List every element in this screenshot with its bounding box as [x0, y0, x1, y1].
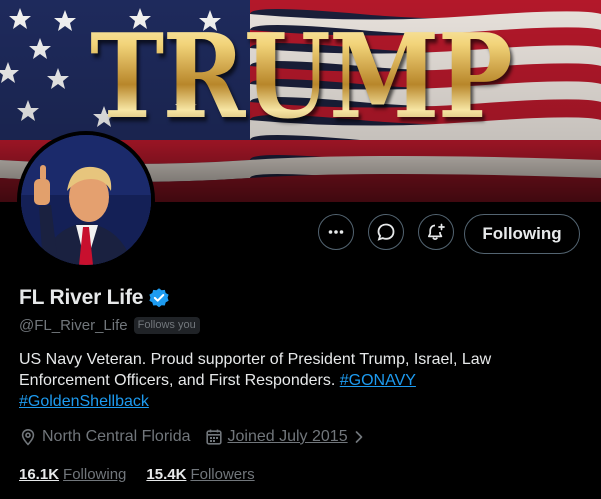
notification-bell-icon: [427, 223, 445, 241]
verified-badge-icon[interactable]: [148, 287, 170, 309]
display-name: FL River Life: [19, 286, 144, 309]
banner-title: TRUMP: [42, 2, 559, 152]
location-pin-icon: [21, 428, 35, 446]
following-stat-link[interactable]: 16.1K Following: [19, 466, 126, 483]
avatar-image: [21, 135, 151, 265]
profile-meta: North Central Florida Joined July 2015: [19, 428, 365, 446]
following-count: 16.1K: [19, 466, 60, 483]
message-icon: [377, 223, 395, 241]
following-label: Following: [63, 466, 127, 483]
message-button[interactable]: [368, 214, 404, 250]
handle: @FL_River_Life: [19, 317, 128, 334]
followers-count: 15.4K: [146, 466, 187, 483]
name-row: FL River Life: [19, 286, 170, 310]
notification-bell-button[interactable]: [418, 214, 454, 250]
joined-item[interactable]: Joined July 2015: [205, 428, 365, 446]
followers-label: Followers: [190, 466, 255, 483]
following-button[interactable]: Following: [464, 214, 580, 254]
hashtag-goldenshellback[interactable]: #GoldenShellback: [19, 393, 149, 410]
bio: US Navy Veteran. Proud supporter of Pres…: [19, 349, 584, 412]
more-icon: [328, 230, 344, 234]
profile-page: TRUMP Following FL River Life @FL_River_…: [0, 0, 601, 499]
avatar[interactable]: [17, 131, 155, 269]
calendar-icon: [205, 429, 222, 445]
chevron-right-icon: [355, 431, 362, 443]
location-text: North Central Florida: [42, 428, 191, 445]
bio-text: US Navy Veteran. Proud supporter of Pres…: [19, 351, 492, 389]
location-item: North Central Florida: [19, 428, 191, 446]
follows-you-badge: Follows you: [133, 317, 200, 334]
more-button[interactable]: [318, 214, 354, 250]
follow-stats: 16.1K Following 15.4K Followers: [19, 466, 255, 483]
joined-date-link[interactable]: Joined July 2015: [228, 428, 348, 446]
handle-row: @FL_River_Life Follows you: [19, 317, 200, 334]
followers-stat-link[interactable]: 15.4K Followers: [146, 466, 254, 483]
hashtag-gonavy[interactable]: #GONAVY: [340, 372, 416, 389]
